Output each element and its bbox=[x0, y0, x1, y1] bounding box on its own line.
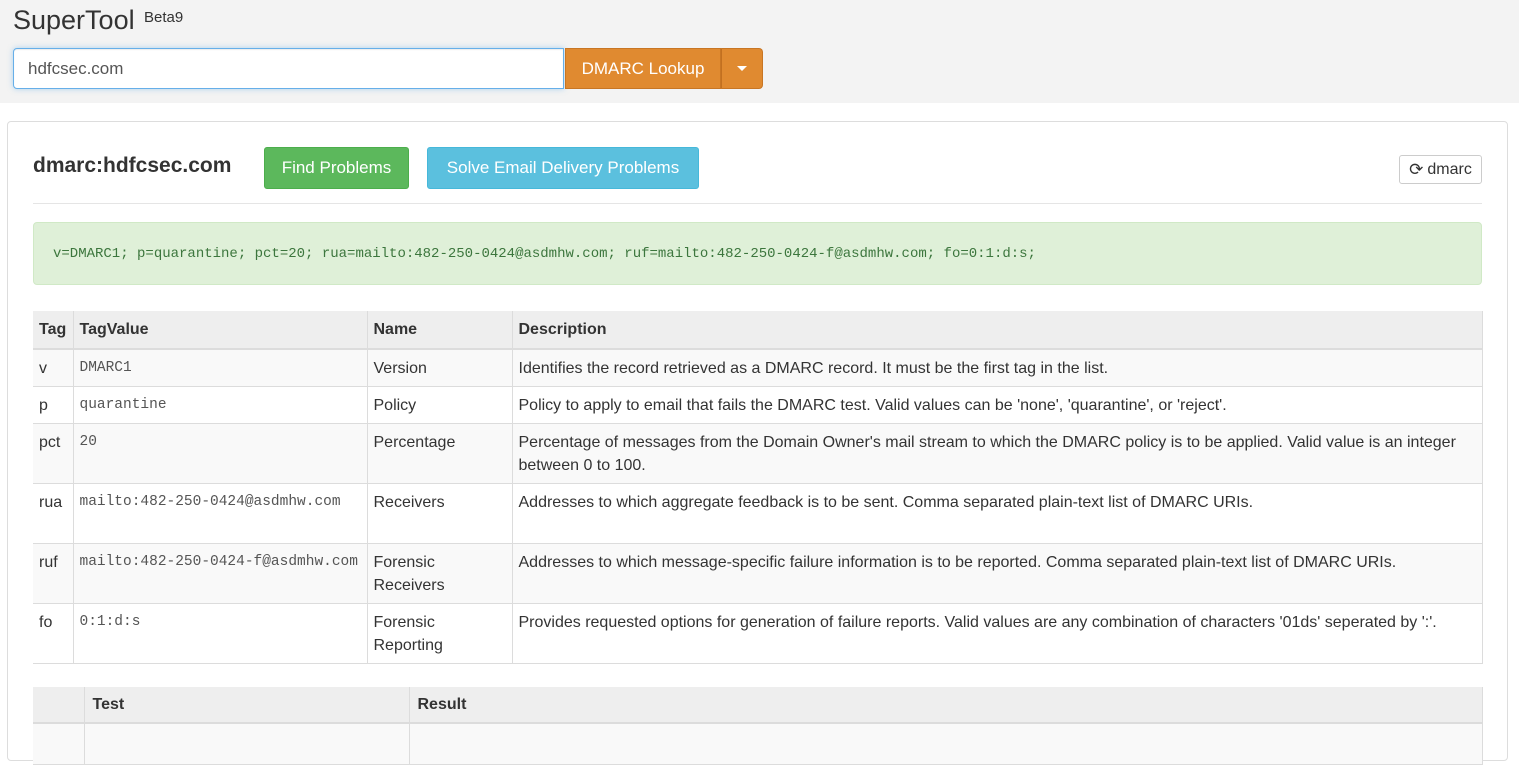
table-row: p quarantine Policy Policy to apply to e… bbox=[33, 386, 1483, 424]
tag-value-cell: 0:1:d:s bbox=[73, 603, 368, 664]
column-header-tagvalue: TagValue bbox=[73, 311, 368, 350]
divider bbox=[33, 203, 1482, 204]
column-header-status bbox=[33, 687, 85, 724]
refresh-icon: ⟳ bbox=[1409, 160, 1424, 179]
tag-value-cell: 20 bbox=[73, 423, 368, 484]
table-row bbox=[33, 723, 1483, 765]
refresh-dmarc-button[interactable]: ⟳ dmarc bbox=[1399, 155, 1482, 184]
tag-name-cell: Policy bbox=[367, 386, 513, 424]
table-row: rua mailto:482-250-0424@asdmhw.com Recei… bbox=[33, 483, 1483, 544]
column-header-tag: Tag bbox=[33, 311, 74, 350]
column-header-description: Description bbox=[512, 311, 1483, 350]
tag-cell: fo bbox=[33, 603, 74, 664]
tag-description-cell: Policy to apply to email that fails the … bbox=[512, 386, 1483, 424]
results-panel: dmarc:hdfcsec.com Find Problems Solve Em… bbox=[7, 121, 1508, 765]
table-row: fo 0:1:d:s Forensic Reporting Provides r… bbox=[33, 603, 1483, 664]
tag-value-cell: DMARC1 bbox=[73, 349, 368, 387]
tag-name-cell: Forensic Receivers bbox=[367, 543, 513, 604]
refresh-label: dmarc bbox=[1427, 160, 1472, 178]
panel-title: dmarc:hdfcsec.com bbox=[33, 154, 232, 177]
tag-cell: rua bbox=[33, 483, 74, 544]
tag-name-cell: Forensic Reporting bbox=[367, 603, 513, 664]
dmarc-lookup-button[interactable]: DMARC Lookup bbox=[565, 48, 721, 89]
version-badge: Beta9 bbox=[144, 9, 184, 26]
tag-description-cell: Percentage of messages from the Domain O… bbox=[512, 423, 1483, 484]
table-row: pct 20 Percentage Percentage of messages… bbox=[33, 423, 1483, 484]
lookup-dropdown-toggle[interactable] bbox=[721, 48, 763, 89]
caret-down-icon bbox=[737, 66, 747, 71]
test-cell bbox=[84, 723, 410, 765]
tag-cell: p bbox=[33, 386, 74, 424]
tag-value-cell: quarantine bbox=[73, 386, 368, 424]
tag-cell: v bbox=[33, 349, 74, 387]
tag-description-cell: Provides requested options for generatio… bbox=[512, 603, 1483, 664]
table-header-row: Tag TagValue Name Description bbox=[33, 311, 1483, 350]
column-header-result: Result bbox=[409, 687, 1483, 724]
tags-table: Tag TagValue Name Description v DMARC1 V… bbox=[33, 311, 1483, 664]
top-bar: SuperTool Beta9 DMARC Lookup bbox=[0, 0, 1519, 103]
tag-name-cell: Receivers bbox=[367, 483, 513, 544]
dmarc-record: v=DMARC1; p=quarantine; pct=20; rua=mail… bbox=[33, 222, 1482, 285]
tag-description-cell: Addresses to which aggregate feedback is… bbox=[512, 483, 1483, 544]
tag-value-cell: mailto:482-250-0424-f@asdmhw.com bbox=[73, 543, 368, 604]
test-results-table: Test Result bbox=[33, 687, 1483, 765]
table-row: ruf mailto:482-250-0424-f@asdmhw.com For… bbox=[33, 543, 1483, 604]
find-problems-button[interactable]: Find Problems bbox=[264, 147, 409, 189]
table-row: v DMARC1 Version Identifies the record r… bbox=[33, 349, 1483, 387]
app-brand: SuperTool bbox=[13, 5, 135, 35]
table-header-row: Test Result bbox=[33, 687, 1483, 724]
solve-email-delivery-button[interactable]: Solve Email Delivery Problems bbox=[427, 147, 699, 189]
domain-search-input[interactable] bbox=[13, 48, 564, 89]
status-cell bbox=[33, 723, 85, 765]
tag-cell: ruf bbox=[33, 543, 74, 604]
result-cell bbox=[409, 723, 1483, 765]
column-header-test: Test bbox=[84, 687, 410, 724]
tag-description-cell: Identifies the record retrieved as a DMA… bbox=[512, 349, 1483, 387]
tag-cell: pct bbox=[33, 423, 74, 484]
column-header-name: Name bbox=[367, 311, 513, 350]
tag-name-cell: Percentage bbox=[367, 423, 513, 484]
tag-description-cell: Addresses to which message-specific fail… bbox=[512, 543, 1483, 604]
tag-value-cell: mailto:482-250-0424@asdmhw.com bbox=[73, 483, 368, 544]
tag-name-cell: Version bbox=[367, 349, 513, 387]
